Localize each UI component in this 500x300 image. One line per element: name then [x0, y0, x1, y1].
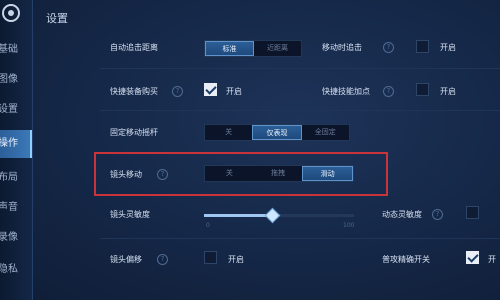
camera-move-option-drag[interactable]: 拖拽: [254, 166, 303, 181]
page-title: 设置: [46, 12, 68, 25]
sidebar-item-sound[interactable]: 声音: [0, 194, 32, 222]
camera-sensitivity-label: 镜头灵敏度: [110, 210, 150, 219]
quick-buy-checkbox-label: 开启: [226, 87, 242, 96]
camera-offset-label: 镜头偏移: [110, 255, 142, 264]
sidebar-item-replay[interactable]: 录像: [0, 224, 32, 252]
move-chase-checkbox-label: 开启: [440, 43, 456, 52]
auto-chase-option-standard[interactable]: 标准: [205, 41, 254, 56]
help-icon[interactable]: ?: [383, 42, 394, 53]
move-chase-label: 移动时追击: [322, 43, 362, 52]
camera-move-option-off[interactable]: 关: [205, 166, 254, 181]
sidebar-item-settings[interactable]: 设置: [0, 96, 32, 124]
camera-move-selector[interactable]: 关 拖拽 滑动: [204, 165, 354, 182]
sidebar-item-basic[interactable]: 基础: [0, 36, 32, 64]
slider-min-label: 0: [206, 222, 210, 229]
joystick-option-full[interactable]: 全固定: [302, 125, 349, 140]
joystick-option-off[interactable]: 关: [205, 125, 252, 140]
sidebar: 基础 图像 设置 操作 布局 声音 录像 隐私: [0, 0, 33, 300]
help-icon[interactable]: ?: [157, 254, 168, 265]
help-icon[interactable]: ?: [172, 86, 183, 97]
fixed-joystick-selector[interactable]: 关 仅表现 全固定: [204, 124, 350, 141]
slider-max-label: 100: [343, 222, 355, 229]
sidebar-item-controls[interactable]: 操作: [0, 130, 32, 158]
precise-attack-checkbox-label: 开: [488, 255, 496, 264]
quick-buy-checkbox[interactable]: [204, 83, 217, 96]
quick-buy-label: 快捷装备购买: [110, 87, 158, 96]
dynamic-sensitivity-label: 动态灵敏度: [382, 210, 422, 219]
camera-move-option-slide[interactable]: 滑动: [302, 166, 354, 181]
help-icon[interactable]: ?: [432, 209, 443, 220]
precise-attack-checkbox[interactable]: [466, 251, 479, 264]
row-divider: [100, 68, 500, 69]
camera-offset-checkbox-label: 开启: [228, 255, 244, 264]
quick-skill-checkbox-label: 开启: [440, 87, 456, 96]
dynamic-sensitivity-checkbox[interactable]: [466, 206, 479, 219]
quick-skill-label: 快捷技能加点: [322, 87, 370, 96]
slider-thumb[interactable]: [264, 207, 280, 224]
camera-move-label: 镜头移动: [110, 170, 142, 179]
sidebar-item-layout[interactable]: 布局: [0, 164, 32, 192]
fixed-joystick-label: 固定移动摇杆: [110, 128, 158, 137]
help-icon[interactable]: ?: [157, 169, 168, 180]
auto-chase-distance-selector[interactable]: 标准 近距离: [204, 40, 302, 57]
move-chase-checkbox[interactable]: [416, 40, 429, 53]
row-divider: [100, 110, 500, 111]
camera-sensitivity-slider[interactable]: [204, 207, 354, 224]
quick-skill-checkbox[interactable]: [416, 83, 429, 96]
precise-attack-label: 普攻精确开关: [382, 255, 430, 264]
sidebar-item-graphics[interactable]: 图像: [0, 66, 32, 94]
camera-offset-checkbox[interactable]: [204, 251, 217, 264]
auto-chase-distance-label: 自动追击距离: [110, 43, 158, 52]
joystick-option-display[interactable]: 仅表现: [252, 125, 302, 140]
auto-chase-option-near[interactable]: 近距离: [254, 41, 301, 56]
row-divider: [100, 238, 500, 239]
sidebar-item-privacy[interactable]: 隐私: [0, 256, 32, 284]
gear-icon[interactable]: [2, 4, 20, 22]
help-icon[interactable]: ?: [383, 86, 394, 97]
slider-fill: [204, 214, 272, 217]
